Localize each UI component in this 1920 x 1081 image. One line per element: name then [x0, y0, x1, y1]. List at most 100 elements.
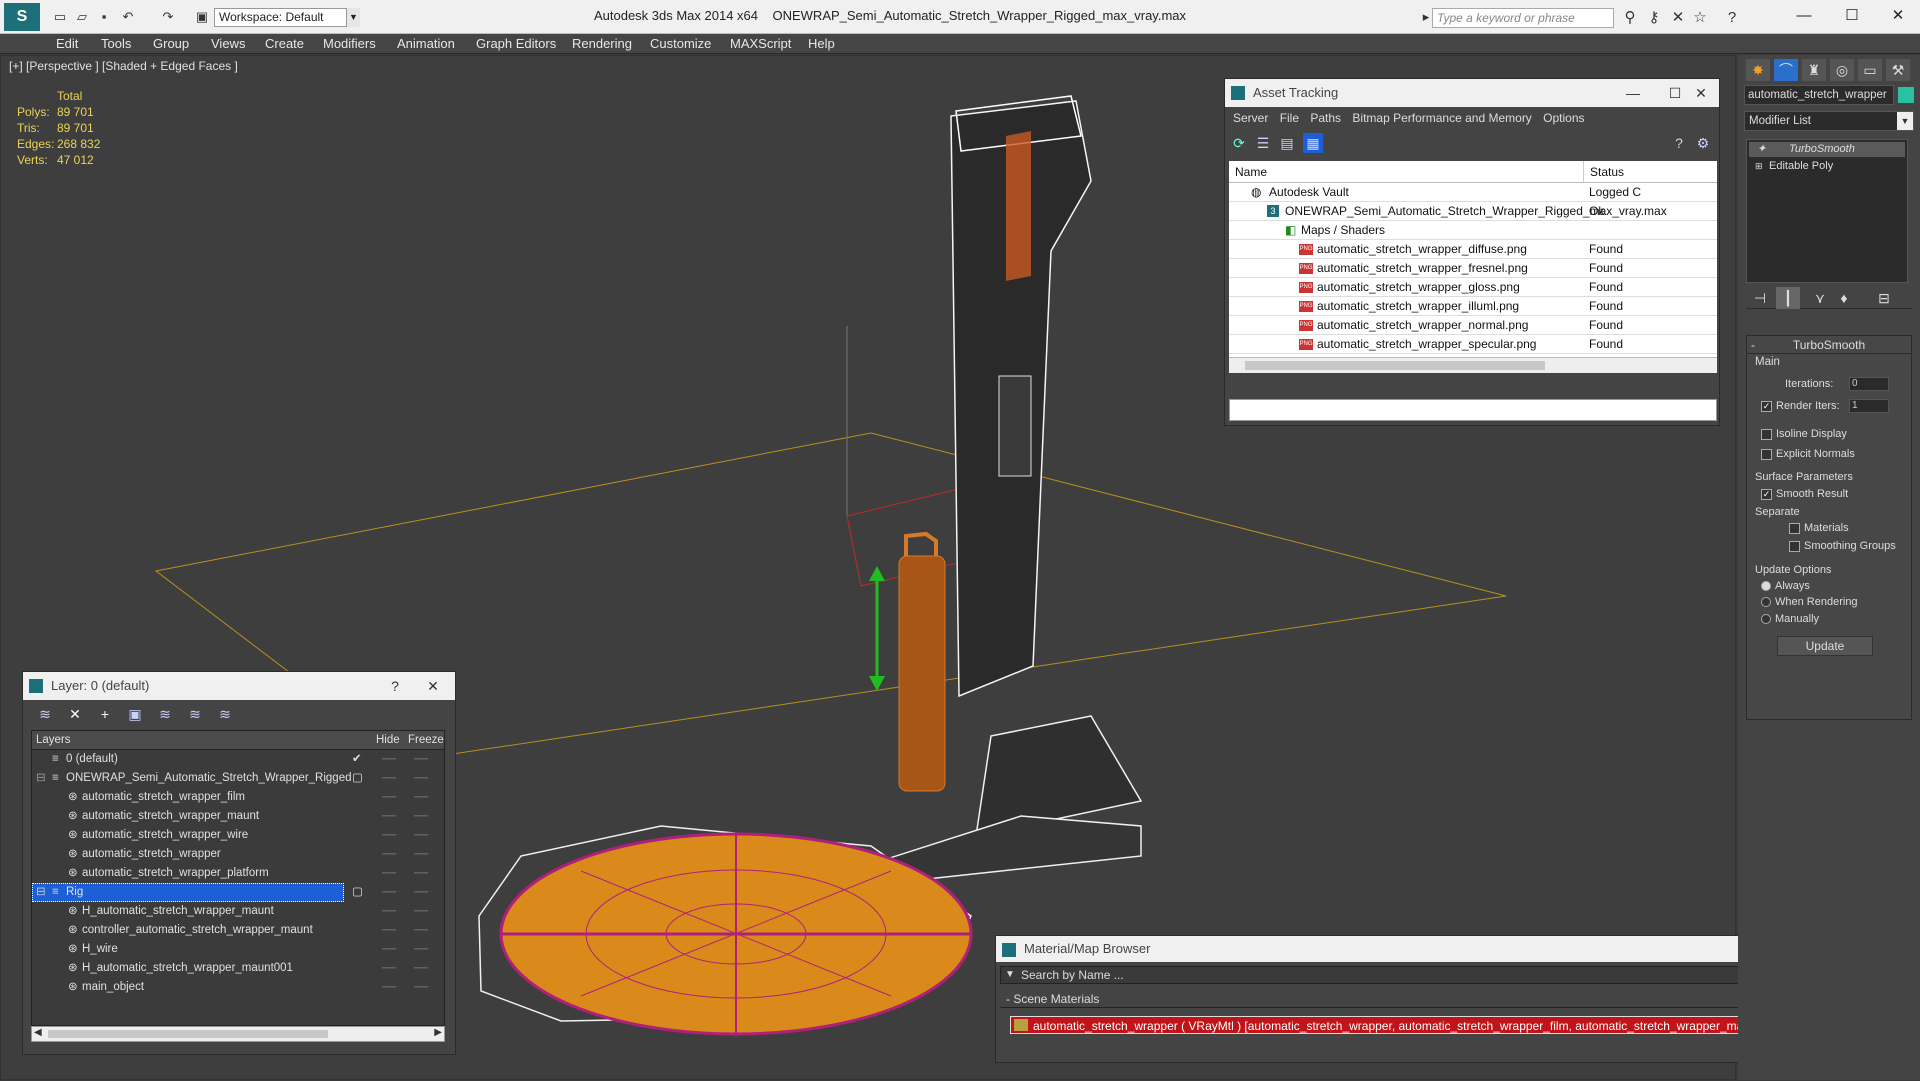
horizontal-scrollbar[interactable]: ◀ ▶ [31, 1026, 445, 1042]
table-row[interactable]: PNG automatic_stretch_wrapper_normal.png F… [1229, 316, 1717, 335]
scroll-right-icon[interactable]: ▶ [434, 1027, 442, 1038]
freeze-all-icon[interactable]: ≋ [215, 704, 235, 724]
list-item[interactable]: ⊛ controller_automatic_stretch_wrapper_ma… [32, 921, 444, 940]
asset-tracking-title[interactable]: Asset Tracking — ☐ ✕ [1225, 79, 1719, 107]
minimize-button[interactable]: — [1782, 4, 1826, 28]
chevron-down-icon[interactable]: ▼ [1897, 112, 1913, 130]
path-field[interactable] [1229, 399, 1717, 421]
create-tab-icon[interactable]: ✸ [1746, 59, 1770, 81]
menu-server[interactable]: Server [1233, 107, 1268, 129]
table-row[interactable]: PNG automatic_stretch_wrapper_illuml.png F… [1229, 297, 1717, 316]
pin-stack-icon[interactable]: ⊣ [1748, 287, 1772, 309]
motion-tab-icon[interactable]: ◎ [1830, 59, 1854, 81]
list-item[interactable]: ⊛ automatic_stretch_wrapper_maunt ── ── [32, 807, 444, 826]
save-icon[interactable]: ▪ [96, 9, 112, 25]
star-icon[interactable]: ☆ [1690, 8, 1710, 28]
list-item[interactable]: ⊛ H_wire ── ── [32, 940, 444, 959]
list-item[interactable]: ≡ 0 (default) ✔ ── ── [32, 750, 444, 769]
always-radio[interactable]: Always [1761, 580, 1810, 592]
menu-create[interactable]: Create [265, 36, 304, 51]
render-iters-checkbox[interactable]: ✓ Render Iters: [1761, 400, 1840, 412]
menu-file[interactable]: File [1280, 107, 1299, 129]
list-item[interactable]: ⊛ automatic_stretch_wrapper_platform ── ── [32, 864, 444, 883]
table-row[interactable]: PNG automatic_stretch_wrapper_specular.pn… [1229, 335, 1717, 354]
table-row[interactable]: PNG automatic_stretch_wrapper_diffuse.png… [1229, 240, 1717, 259]
list-item[interactable]: ⊟ ≡ Rig ▢ ── ── [32, 883, 444, 902]
chevron-down-icon[interactable]: ▼ [346, 8, 360, 27]
detail-view-icon[interactable]: ▤ [1277, 133, 1297, 153]
list-view-icon[interactable]: ☰ [1253, 133, 1273, 153]
menu-views[interactable]: Views [211, 36, 245, 51]
list-item[interactable]: ⊛ automatic_stretch_wrapper ── ── [32, 845, 444, 864]
highlight-layer-icon[interactable]: ≋ [155, 704, 175, 724]
display-tab-icon[interactable]: ▭ [1858, 59, 1882, 81]
list-item[interactable]: ⊛ automatic_stretch_wrapper_film ── ── [32, 788, 444, 807]
add-layer-icon[interactable]: + [95, 704, 115, 724]
workspace-dropdown[interactable]: Workspace: Default [214, 8, 360, 27]
list-item[interactable]: ⊛ automatic_stretch_wrapper_wire ── ── [32, 826, 444, 845]
list-item[interactable]: ⊛ H_automatic_stretch_wrapper_maunt ── ── [32, 902, 444, 921]
scroll-left-icon[interactable]: ◀ [34, 1027, 42, 1038]
maximize-button[interactable]: ☐ [1830, 4, 1874, 28]
utilities-tab-icon[interactable]: ⚒ [1886, 59, 1910, 81]
minimize-button[interactable]: — [1613, 79, 1653, 107]
table-row[interactable]: PNG automatic_stretch_wrapper_gloss.png Fo… [1229, 278, 1717, 297]
explicit-normals-checkbox[interactable]: Explicit Normals [1761, 448, 1855, 460]
column-hide[interactable]: Hide [376, 731, 400, 750]
select-objects-icon[interactable]: ▣ [125, 704, 145, 724]
manually-radio[interactable]: Manually [1761, 613, 1819, 625]
chevron-down-icon[interactable]: ▼ [1005, 967, 1015, 983]
tools-icon[interactable]: ✕ [1668, 8, 1688, 28]
modify-tab-icon[interactable]: ⌒ [1774, 59, 1798, 81]
menu-animation[interactable]: Animation [397, 36, 455, 51]
table-row[interactable]: ◧ Maps / Shaders [1229, 221, 1717, 240]
layer-manager-icon[interactable]: ≋ [35, 704, 55, 724]
menu-tools[interactable]: Tools [101, 36, 131, 51]
menu-maxscript[interactable]: MAXScript [730, 36, 791, 51]
menu-group[interactable]: Group [153, 36, 189, 51]
iterations-spinner[interactable]: 0 [1849, 377, 1889, 391]
menu-bitmap-performance[interactable]: Bitmap Performance and Memory [1352, 107, 1531, 129]
when-rendering-radio[interactable]: When Rendering [1761, 596, 1858, 608]
menu-rendering[interactable]: Rendering [572, 36, 632, 51]
show-end-result-icon[interactable]: ┃ [1776, 287, 1800, 309]
rollout-header[interactable]: - TurboSmooth [1747, 336, 1911, 354]
render-iters-spinner[interactable]: 1 [1849, 399, 1889, 413]
search-input[interactable]: Type a keyword or phrase [1432, 8, 1614, 28]
column-layers[interactable]: Layers [36, 731, 71, 750]
column-freeze[interactable]: Freeze [408, 731, 444, 750]
close-button[interactable]: ✕ [1681, 79, 1721, 107]
configure-sets-icon[interactable]: ⊟ [1872, 287, 1896, 309]
refresh-icon[interactable]: ⟳ [1229, 133, 1249, 153]
key-icon[interactable]: ⚷ [1644, 8, 1664, 28]
table-row[interactable]: ◍ Autodesk Vault Logged C [1229, 183, 1717, 202]
make-unique-icon[interactable]: ⋎ [1808, 287, 1832, 309]
close-button[interactable]: ✕ [1876, 4, 1920, 28]
update-button[interactable]: Update [1777, 636, 1873, 656]
smooth-result-checkbox[interactable]: ✓ Smooth Result [1761, 488, 1848, 500]
stretch-wrapper-model[interactable] [478, 95, 1143, 1036]
list-item[interactable]: ⊛ H_automatic_stretch_wrapper_maunt001 ── ─… [32, 959, 444, 978]
menu-paths[interactable]: Paths [1310, 107, 1341, 129]
app-menu-button[interactable]: S [4, 3, 40, 31]
table-view-icon[interactable]: ▦ [1303, 133, 1323, 153]
menu-options[interactable]: Options [1543, 107, 1584, 129]
column-status[interactable]: Status [1583, 161, 1624, 183]
horizontal-scrollbar[interactable] [1229, 357, 1717, 373]
hide-all-icon[interactable]: ≋ [185, 704, 205, 724]
redo-icon[interactable]: ↷ [160, 9, 176, 25]
materials-checkbox[interactable]: Materials [1789, 522, 1849, 534]
help-button[interactable]: ? [375, 672, 415, 700]
new-file-icon[interactable]: ▭ [52, 9, 68, 25]
layer-explorer-title[interactable]: Layer: 0 (default) ? ✕ [23, 672, 455, 700]
lightbulb-icon[interactable]: ✦ [1757, 142, 1766, 157]
table-row[interactable]: 3 ONEWRAP_Semi_Automatic_Stretch_Wrapper_… [1229, 202, 1717, 221]
table-row[interactable]: PNG automatic_stretch_wrapper_fresnel.png… [1229, 259, 1717, 278]
menu-edit[interactable]: Edit [56, 36, 78, 51]
list-item[interactable]: ⊟ ≡ ONEWRAP_Semi_Automatic_Stretch_Wrapper… [32, 769, 444, 788]
settings-icon[interactable]: ⚙ [1693, 133, 1713, 153]
modifier-list-dropdown[interactable]: Modifier List ▼ [1744, 111, 1914, 131]
menu-graph-editors[interactable]: Graph Editors [476, 36, 556, 51]
open-file-icon[interactable]: ▱ [74, 9, 90, 25]
close-button[interactable]: ✕ [413, 672, 453, 700]
